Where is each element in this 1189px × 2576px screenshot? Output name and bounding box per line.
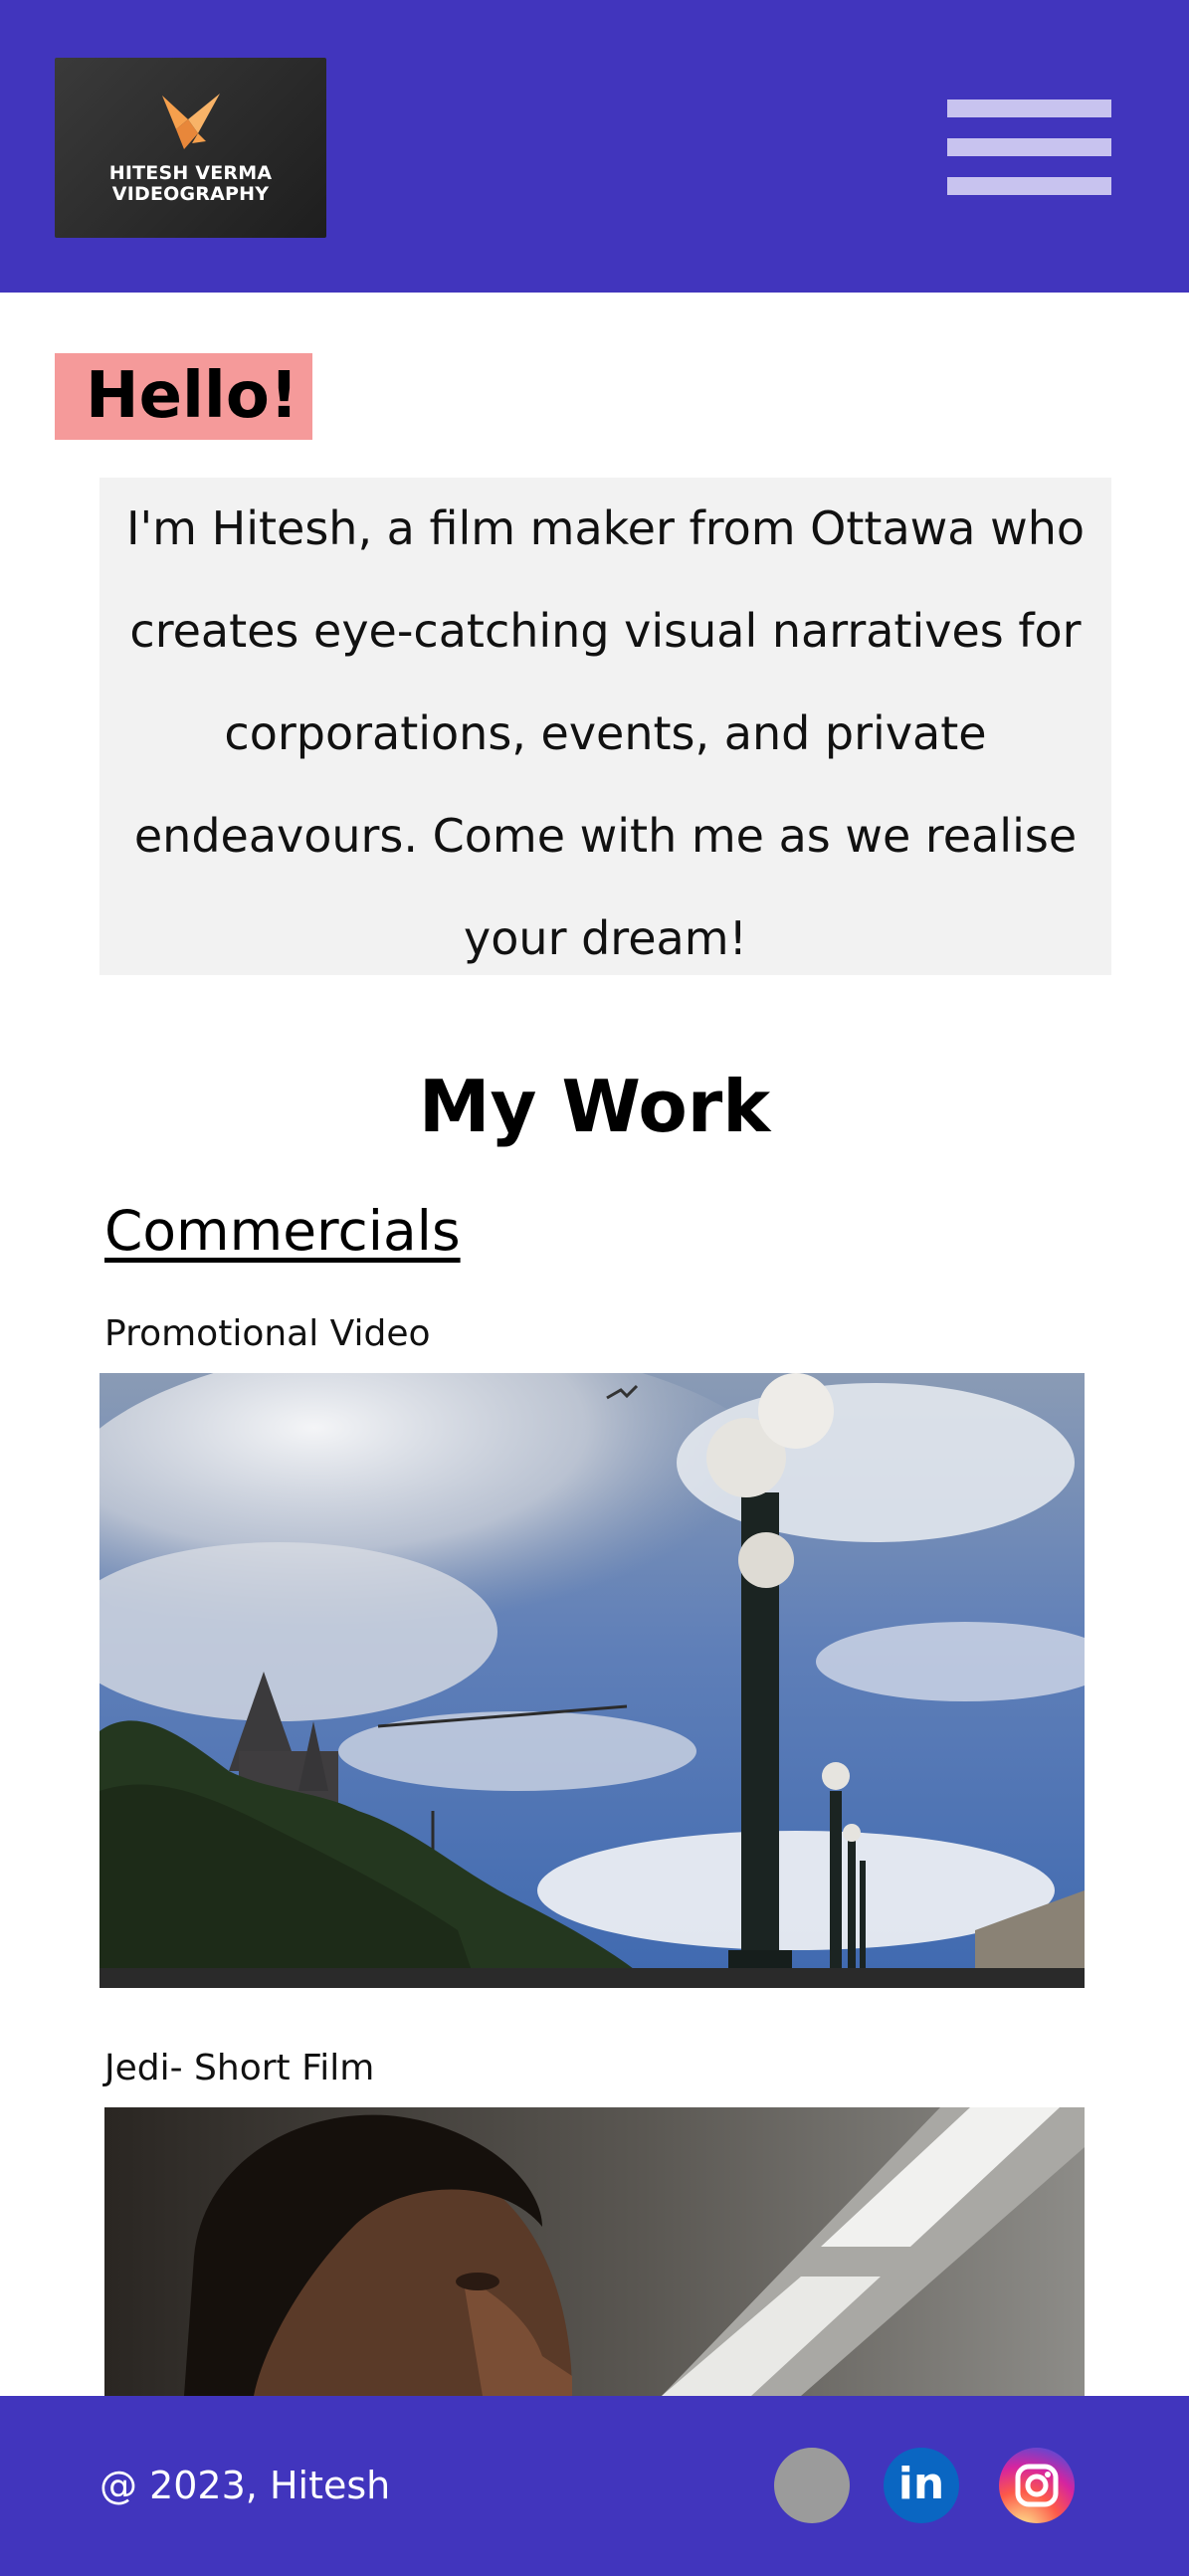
copyright-text: @ 2023, Hitesh (99, 2464, 391, 2507)
video-title-jedi: Jedi- Short Film (104, 2048, 375, 2088)
intro-line: corporations, events, and private (224, 706, 987, 760)
instagram-glyph (1015, 2464, 1059, 2507)
logo-line-2: VIDEOGRAPHY (111, 183, 270, 205)
video-title-promotional: Promotional Video (104, 1313, 431, 1354)
origami-bird-icon (162, 94, 220, 149)
hamburger-menu-icon[interactable] (947, 99, 1111, 195)
intro-paragraph: I'm Hitesh, a film maker from Ottawa who… (99, 478, 1111, 975)
logo-text: HITESH VERMA VIDEOGRAPHY (55, 163, 326, 205)
promotional-video-thumbnail[interactable] (99, 1373, 1085, 1988)
hello-heading: Hello! (55, 353, 312, 440)
intro-line: I'm Hitesh, a film maker from Ottawa who (125, 501, 1086, 555)
site-logo[interactable]: HITESH VERMA VIDEOGRAPHY (55, 58, 326, 238)
site-header: HITESH VERMA VIDEOGRAPHY (0, 0, 1189, 293)
logo-line-1: HITESH VERMA (108, 162, 273, 184)
intro-line: endeavours. Come with me as we realise (133, 809, 1078, 863)
instagram-icon[interactable] (999, 2448, 1075, 2523)
jedi-short-film-thumbnail[interactable] (104, 2107, 1085, 2396)
intro-line: your dream! (464, 911, 747, 965)
site-footer: @ 2023, Hitesh in (0, 2396, 1189, 2576)
commercials-heading: Commercials (104, 1199, 461, 1263)
my-work-heading: My Work (418, 1065, 771, 1148)
linkedin-icon[interactable]: in (884, 2448, 959, 2523)
portrait-photo (104, 2107, 1085, 2396)
cityscape-photo (99, 1373, 1085, 1988)
generic-social-icon[interactable] (774, 2448, 850, 2523)
intro-line: creates eye-catching visual narratives f… (129, 604, 1082, 658)
